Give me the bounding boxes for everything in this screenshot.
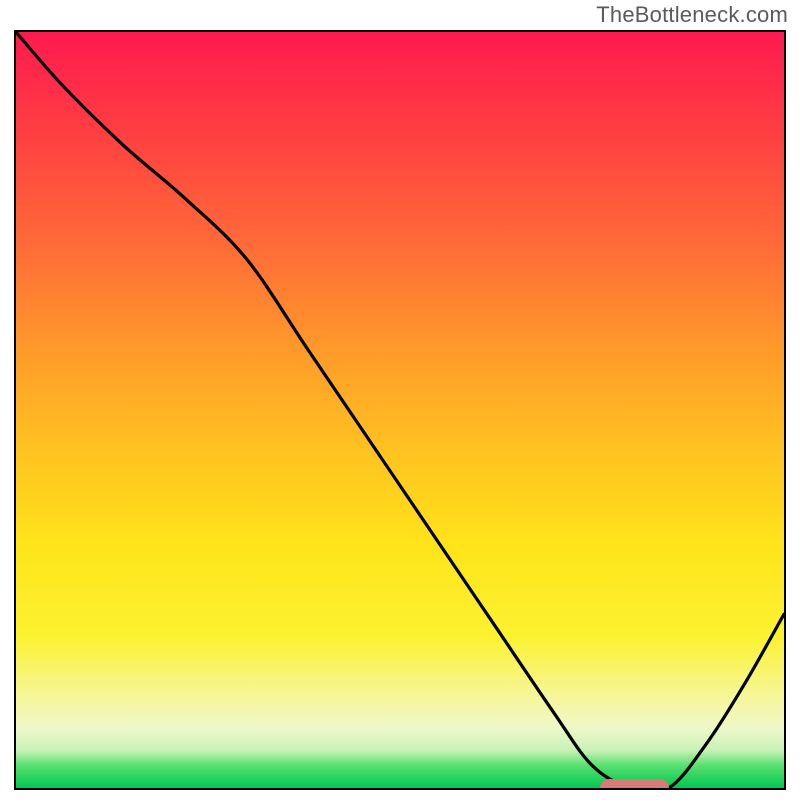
optimal-range-marker	[600, 779, 669, 790]
bottleneck-plot	[14, 30, 786, 790]
curve-layer	[16, 32, 784, 788]
watermark-text: TheBottleneck.com	[596, 2, 788, 28]
bottleneck-curve-path	[16, 32, 784, 788]
